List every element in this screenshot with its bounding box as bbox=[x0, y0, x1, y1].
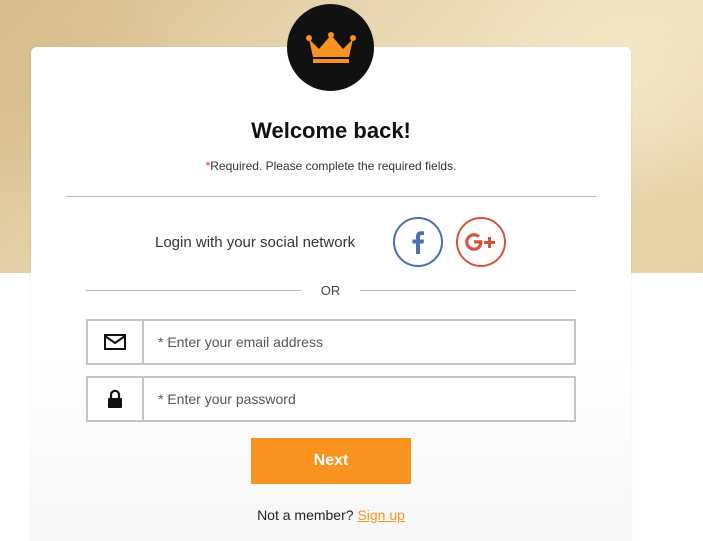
email-input[interactable] bbox=[144, 321, 574, 363]
password-input[interactable] bbox=[144, 378, 574, 420]
divider bbox=[66, 196, 596, 197]
facebook-icon bbox=[412, 231, 424, 254]
or-label: OR bbox=[320, 283, 341, 298]
google-plus-login-button[interactable] bbox=[456, 217, 506, 267]
crown-icon bbox=[305, 31, 356, 63]
next-button[interactable]: Next bbox=[251, 438, 411, 484]
required-text: Required. Please complete the required f… bbox=[210, 159, 457, 173]
email-icon-cell bbox=[88, 321, 144, 363]
required-note: *Required. Please complete the required … bbox=[31, 159, 631, 173]
email-field-group bbox=[86, 319, 576, 365]
password-icon-cell bbox=[88, 378, 144, 420]
or-divider-left bbox=[86, 290, 301, 291]
signup-link[interactable]: Sign up bbox=[357, 507, 404, 523]
social-login-label: Login with your social network bbox=[155, 234, 356, 251]
signup-prompt: Not a member? Sign up bbox=[31, 507, 631, 523]
facebook-login-button[interactable] bbox=[393, 217, 443, 267]
google-plus-icon bbox=[465, 233, 495, 251]
not-member-text: Not a member? bbox=[257, 507, 354, 523]
or-divider-right bbox=[360, 290, 576, 291]
brand-logo bbox=[287, 4, 374, 91]
envelope-icon bbox=[104, 334, 126, 350]
password-field-group bbox=[86, 376, 576, 422]
lock-icon bbox=[108, 389, 122, 408]
page-title: Welcome back! bbox=[251, 118, 411, 143]
